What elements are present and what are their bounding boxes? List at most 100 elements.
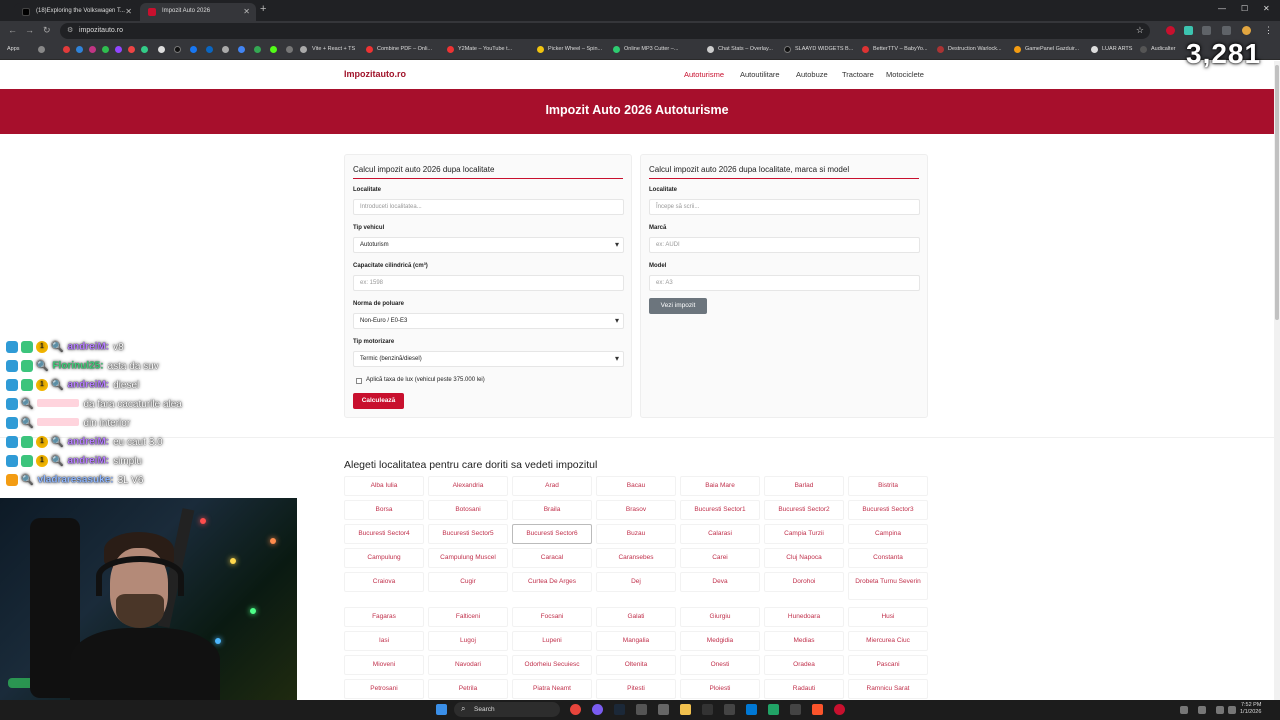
bookmark-star-icon[interactable]: ☆ (1136, 25, 1144, 36)
locality-link[interactable]: Petrosani (344, 679, 424, 699)
locality-link[interactable]: Caransebes (596, 548, 676, 568)
locality-link[interactable]: Caracal (512, 548, 592, 568)
norma-select[interactable]: Non-Euro / E0-E3 (353, 313, 624, 329)
locality-link[interactable]: Botosani (428, 500, 508, 520)
new-tab-icon[interactable]: + (260, 3, 266, 15)
locality-link[interactable]: Oradea (764, 655, 844, 675)
excel-icon[interactable] (768, 704, 779, 715)
locality-link[interactable]: Cluj Napoca (764, 548, 844, 568)
youtube-icon[interactable] (63, 46, 70, 53)
bookmark-combine-pdf[interactable]: Combine PDF – Onli... (377, 46, 432, 52)
bookmark-picker-wheel[interactable]: Picker Wheel – Spin... (548, 46, 602, 52)
locality-link[interactable]: Campina (848, 524, 928, 544)
locality-link[interactable]: Odorheiu Secuiesc (512, 655, 592, 675)
app-icon[interactable] (790, 704, 801, 715)
forward-icon[interactable]: → (25, 25, 34, 35)
locality-link[interactable]: Buzau (596, 524, 676, 544)
app-icon[interactable] (592, 704, 603, 715)
bookmark-icon[interactable] (38, 46, 45, 53)
extensions-puzzle-icon[interactable] (1202, 26, 1211, 35)
bookmark-apps[interactable]: Apps (7, 46, 20, 52)
app-icon[interactable] (724, 704, 735, 715)
locality-link[interactable]: Mangalia (596, 631, 676, 651)
address-bar[interactable]: ⚙ impozitauto.ro ☆ (60, 23, 1150, 39)
taskbar-search[interactable]: ⌕ Search (454, 702, 560, 717)
locality-link[interactable]: Curtea De Arges (512, 572, 592, 592)
bookmark-icon[interactable] (76, 46, 83, 53)
locality-link[interactable]: Petrila (428, 679, 508, 699)
locality-link[interactable]: Giurgiu (680, 607, 760, 627)
locality-link[interactable]: Bucuresti Sector6 (512, 524, 592, 544)
nav-autoutilitare[interactable]: Autoutilitare (740, 70, 780, 79)
maximize-icon[interactable]: ☐ (1241, 4, 1248, 13)
calculeaza-button[interactable]: Calculează (353, 393, 404, 409)
locality-link[interactable]: Baia Mare (680, 476, 760, 496)
window-close-icon[interactable]: ✕ (1263, 4, 1270, 13)
locality-link[interactable]: Cugir (428, 572, 508, 592)
app-icon[interactable] (636, 704, 647, 715)
bookmark-chat-stats[interactable]: Chat Stats – Overlay... (718, 46, 773, 52)
kick-icon[interactable] (270, 46, 277, 53)
bookmark-destruction-warlock[interactable]: Destruction Warlock... (948, 46, 1002, 52)
minimize-icon[interactable]: — (1218, 4, 1226, 13)
nav-tractoare[interactable]: Tractoare (842, 70, 874, 79)
tray-icon[interactable] (1180, 706, 1188, 714)
motorizare-select[interactable]: Termic (benzină/diesel) (353, 351, 624, 367)
locality-link[interactable]: Deva (680, 572, 760, 592)
gmail-icon[interactable] (128, 46, 135, 53)
bookmark-icon[interactable] (286, 46, 293, 53)
instagram-icon[interactable] (89, 46, 96, 53)
taskbar-clock[interactable]: 7:52 PM 1/1/2026 (1240, 702, 1261, 716)
nav-autoturisme[interactable]: Autoturisme (684, 70, 724, 79)
file-explorer-icon[interactable] (680, 704, 691, 715)
bookmark-y2mate[interactable]: Y2Mate – YouTube t... (458, 46, 512, 52)
twitch-icon[interactable] (115, 46, 122, 53)
locality-link[interactable]: Bucuresti Sector1 (680, 500, 760, 520)
tray-icon[interactable] (1198, 706, 1206, 714)
close-icon[interactable]: ✕ (243, 7, 250, 16)
locality-link[interactable]: Drobeta Turnu Severin (848, 572, 928, 600)
locality-link[interactable]: Falticeni (428, 607, 508, 627)
windows-start-icon[interactable] (436, 704, 447, 715)
browser-tab-active[interactable]: Impozit Auto 2026 ✕ (140, 3, 256, 21)
locality-link[interactable]: Iasi (344, 631, 424, 651)
bookmark-mp3-cutter[interactable]: Online MP3 Cutter –... (624, 46, 678, 52)
locality-link[interactable]: Bucuresti Sector5 (428, 524, 508, 544)
steam-icon[interactable] (614, 704, 625, 715)
volume-icon[interactable] (1228, 706, 1236, 714)
locality-link[interactable]: Hunedoara (764, 607, 844, 627)
locality-link[interactable]: Braila (512, 500, 592, 520)
locality-link[interactable]: Ploiesti (680, 679, 760, 699)
profile-avatar[interactable] (1242, 26, 1251, 35)
locality-link[interactable]: Bacau (596, 476, 676, 496)
app-icon[interactable] (658, 704, 669, 715)
locality-link[interactable]: Bucuresti Sector4 (344, 524, 424, 544)
downloads-icon[interactable] (1222, 26, 1231, 35)
model-input[interactable]: ex: A3 (649, 275, 920, 291)
locality-link[interactable]: Barlad (764, 476, 844, 496)
close-icon[interactable]: ✕ (125, 7, 132, 16)
bookmark-icon[interactable] (238, 46, 245, 53)
locality-link[interactable]: Bistrita (848, 476, 928, 496)
locality-link[interactable]: Onesti (680, 655, 760, 675)
bookmark-gamepanel[interactable]: GamePanel Gazduir... (1025, 46, 1079, 52)
back-icon[interactable]: ← (8, 25, 17, 35)
nav-autobuze[interactable]: Autobuze (796, 70, 828, 79)
locality-link[interactable]: Constanta (848, 548, 928, 568)
locality-link[interactable]: Focsani (512, 607, 592, 627)
locality-link[interactable]: Lugoj (428, 631, 508, 651)
locality-link[interactable]: Mioveni (344, 655, 424, 675)
brave-icon[interactable] (812, 704, 823, 715)
locality-link[interactable]: Oltenita (596, 655, 676, 675)
locality-link[interactable]: Campulung (344, 548, 424, 568)
page-scrollbar[interactable] (1274, 61, 1280, 700)
linkedin-icon[interactable] (206, 46, 213, 53)
locality-link[interactable]: Brasov (596, 500, 676, 520)
bookmark-audicalter[interactable]: Audicalter (1151, 46, 1175, 52)
locality-link[interactable]: Husi (848, 607, 928, 627)
bookmark-icon[interactable] (254, 46, 261, 53)
vezi-impozit-button[interactable]: Vezi impozit (649, 298, 707, 314)
locality-link[interactable]: Bucuresti Sector3 (848, 500, 928, 520)
extension-icon[interactable] (1184, 26, 1193, 35)
bookmark-icon[interactable] (141, 46, 148, 53)
